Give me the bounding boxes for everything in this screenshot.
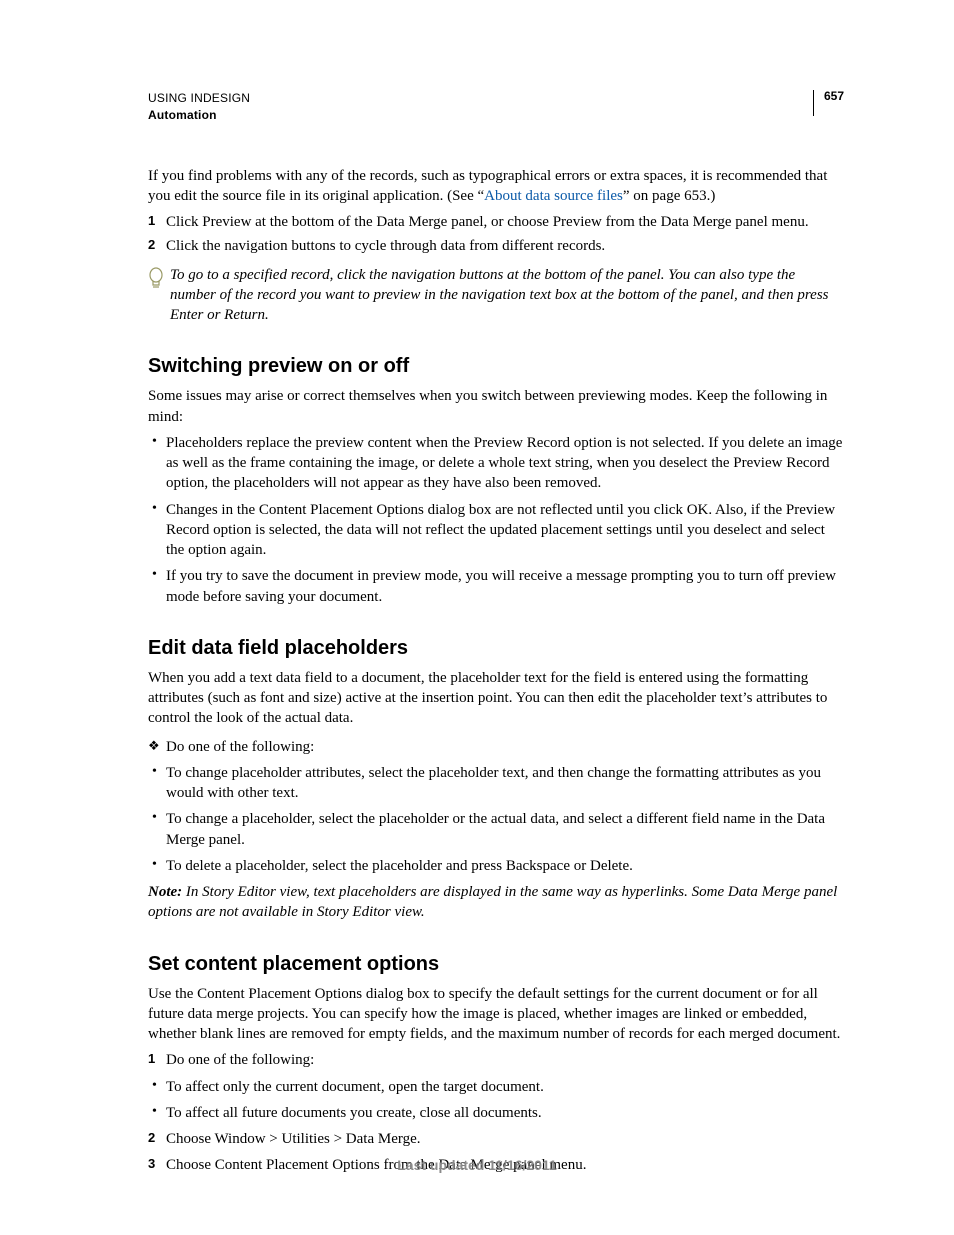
list-item: Changes in the Content Placement Options…: [148, 500, 844, 561]
section3-intro: Use the Content Placement Options dialog…: [148, 984, 844, 1045]
header-section: Automation: [148, 107, 813, 124]
link-about-data-source-files[interactable]: About data source files: [484, 188, 623, 204]
page-header: USING INDESIGN Automation 657: [148, 90, 844, 124]
section1-bullets: Placeholders replace the preview content…: [148, 433, 844, 607]
header-product: USING INDESIGN: [148, 90, 813, 107]
note-label: Note:: [148, 884, 182, 900]
list-item: Do one of the following:: [148, 1050, 844, 1070]
heading-switching-preview: Switching preview on or off: [148, 353, 844, 380]
step-item: Click the navigation buttons to cycle th…: [148, 236, 844, 256]
document-page: USING INDESIGN Automation 657 If you fin…: [0, 0, 954, 1235]
section2-note: Note: In Story Editor view, text placeho…: [148, 882, 844, 923]
tip-text: To go to a specified record, click the n…: [170, 265, 844, 326]
tip-block: To go to a specified record, click the n…: [148, 265, 844, 326]
step-item: Click Preview at the bottom of the Data …: [148, 212, 844, 232]
section2-intro: When you add a text data field to a docu…: [148, 668, 844, 729]
list-item: To change a placeholder, select the plac…: [148, 809, 844, 850]
list-item: If you try to save the document in previ…: [148, 566, 844, 607]
page-number: 657: [813, 90, 844, 116]
lightbulb-icon: [148, 267, 168, 297]
list-item: To change placeholder attributes, select…: [148, 763, 844, 804]
header-left: USING INDESIGN Automation: [148, 90, 813, 124]
diamond-item: Do one of the following:: [148, 737, 844, 757]
heading-edit-placeholders: Edit data field placeholders: [148, 635, 844, 662]
section2-bullets: To change placeholder attributes, select…: [148, 763, 844, 876]
steps-preview: Click Preview at the bottom of the Data …: [148, 212, 844, 257]
list-item: To affect all future documents you creat…: [148, 1103, 844, 1123]
list-item: To affect only the current document, ope…: [148, 1077, 844, 1097]
heading-content-placement: Set content placement options: [148, 951, 844, 978]
note-body: In Story Editor view, text placeholders …: [148, 884, 837, 920]
footer-updated: Last updated 11/16/2011: [0, 1156, 954, 1175]
list-item: To delete a placeholder, select the plac…: [148, 856, 844, 876]
list-item: Choose Window > Utilities > Data Merge.: [148, 1129, 844, 1149]
list-item: Placeholders replace the preview content…: [148, 433, 844, 494]
intro-paragraph: If you find problems with any of the rec…: [148, 166, 844, 207]
page-body: If you find problems with any of the rec…: [148, 166, 844, 1176]
section1-intro: Some issues may arise or correct themsel…: [148, 386, 844, 427]
intro-text-after: ” on page 653.): [623, 188, 715, 204]
